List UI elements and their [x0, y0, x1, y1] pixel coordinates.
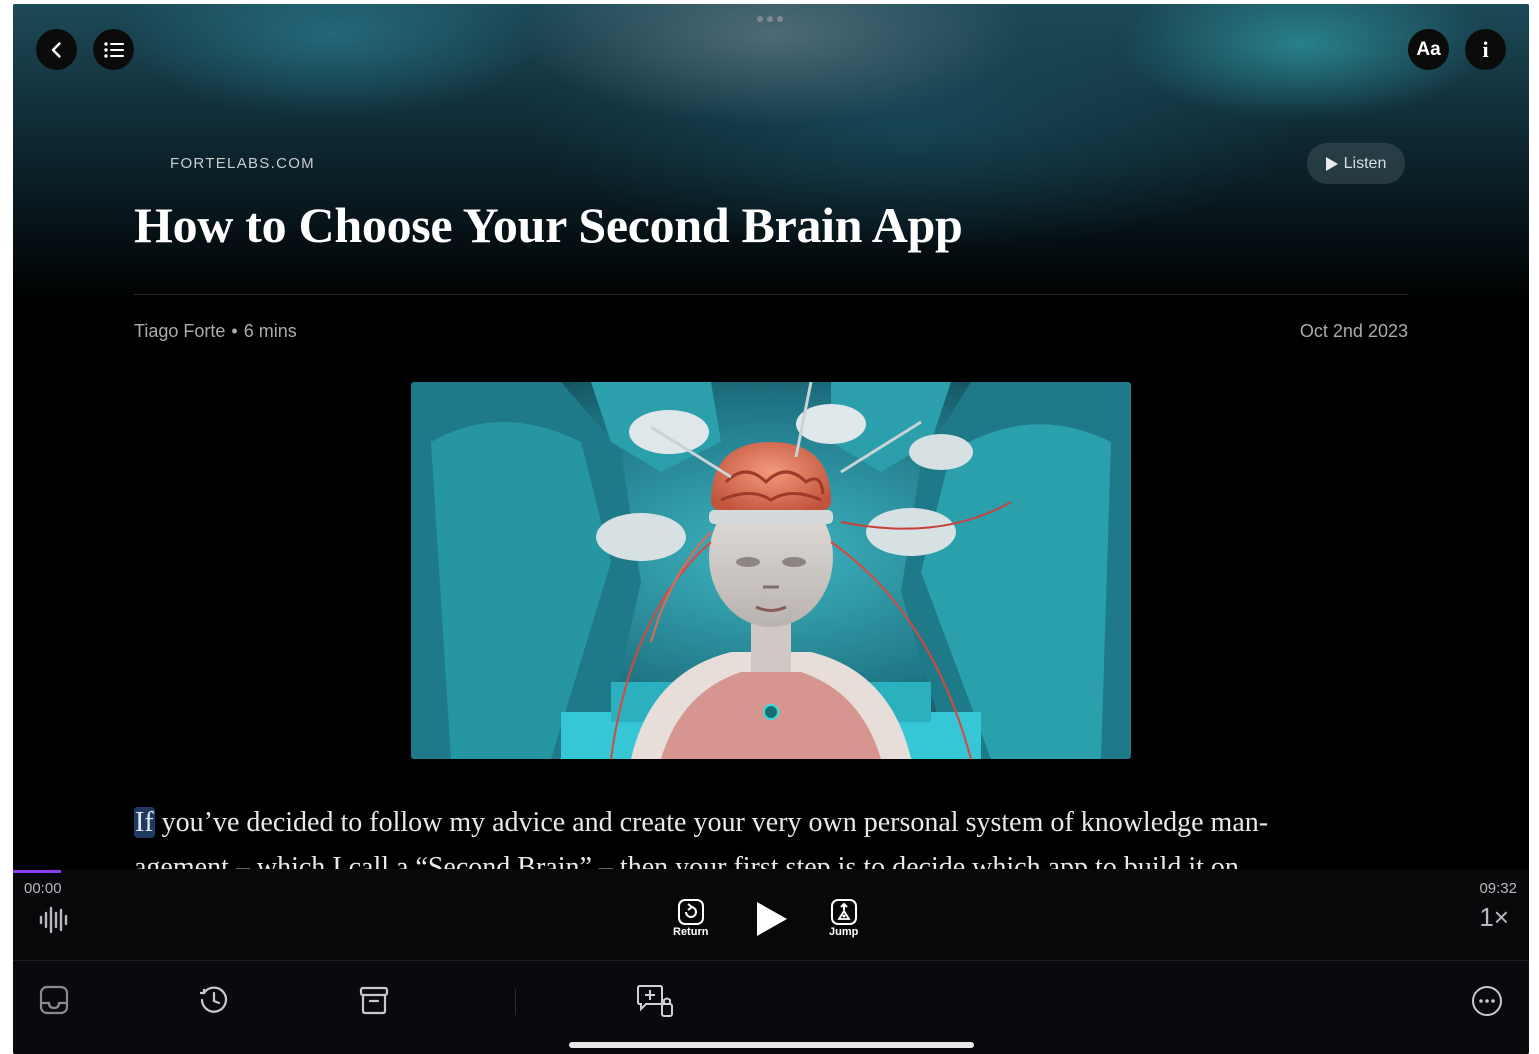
return-button[interactable]: Return [673, 898, 708, 938]
meta-separator: • [231, 321, 238, 341]
font-settings-button[interactable]: Aa [1408, 29, 1449, 70]
current-word-highlight[interactable]: If [134, 807, 155, 838]
article-source: FORTELABS.COM [170, 155, 315, 172]
chevron-left-icon [51, 41, 61, 58]
inbox-icon[interactable] [39, 985, 69, 1020]
author[interactable]: Tiago Forte [134, 321, 225, 341]
elapsed-time: 00:00 [24, 880, 62, 897]
more-icon[interactable] [1471, 985, 1503, 1022]
body-line-1-text: you’ve decided to follow my advice and c… [154, 807, 1269, 838]
playback-speed-button[interactable]: 1× [1479, 902, 1509, 933]
return-icon [677, 899, 704, 925]
publish-date: Oct 2nd 2023 [1299, 321, 1408, 341]
waveform-icon[interactable] [39, 905, 69, 940]
title-divider [134, 294, 1408, 295]
jump-label: Jump [829, 926, 859, 938]
read-time: 6 mins [243, 321, 297, 341]
back-button[interactable] [36, 29, 77, 70]
add-note-icon[interactable] [636, 984, 674, 1023]
surgery-robot-illustration [411, 382, 1131, 759]
jump-icon [830, 899, 857, 925]
return-label: Return [673, 926, 709, 938]
home-indicator[interactable] [569, 1042, 974, 1048]
table-of-contents-button[interactable] [93, 29, 134, 70]
clock-icon[interactable] [198, 984, 230, 1021]
list-icon [103, 41, 124, 58]
article-meta: Tiago Forte • 6 mins [134, 321, 297, 342]
play-icon [757, 902, 787, 936]
listen-label: Listen [1343, 154, 1387, 172]
info-button[interactable]: i [1465, 29, 1506, 70]
reader-screen: Aa i FORTELABS.COM Listen How to Choose … [13, 4, 1529, 1054]
body-line-1: If you’ve decided to follow my advice an… [134, 800, 1408, 845]
toolbar-separator [515, 989, 516, 1015]
archive-icon[interactable] [359, 985, 389, 1020]
article-hero-image[interactable] [411, 382, 1131, 759]
article-title: How to Choose Your Second Brain App [134, 197, 963, 253]
total-duration: 09:32 [1479, 880, 1517, 897]
playback-progress[interactable] [13, 870, 61, 873]
jump-button[interactable]: Jump [829, 898, 858, 938]
play-icon [1325, 156, 1338, 171]
ellipsis-handle-icon[interactable] [757, 16, 785, 24]
listen-button[interactable]: Listen [1307, 143, 1405, 184]
play-button[interactable] [755, 900, 789, 943]
bottom-toolbar [13, 961, 1529, 1054]
header-gradient-background [13, 4, 1529, 304]
